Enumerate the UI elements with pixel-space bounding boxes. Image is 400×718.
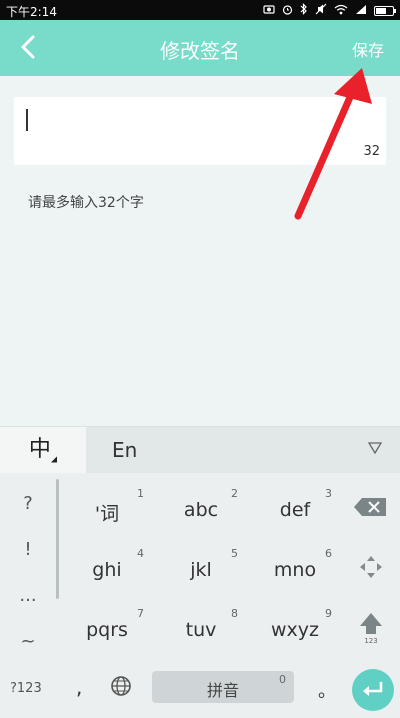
space-number: 0 xyxy=(279,673,286,686)
key-6[interactable]: mno 6 xyxy=(250,543,340,593)
lang-zh-label: 中 xyxy=(28,437,51,462)
symbol-key-ellipsis[interactable]: ... xyxy=(0,585,56,606)
save-button[interactable]: 保存 xyxy=(352,37,384,61)
globe-key[interactable] xyxy=(108,673,134,699)
key-label: tuv xyxy=(185,619,217,641)
symbols-toggle-key[interactable]: ?123 xyxy=(10,681,42,696)
symbol-scrollbar[interactable] xyxy=(56,479,59,599)
key-8[interactable]: tuv 8 xyxy=(156,603,246,653)
signal-icon xyxy=(355,4,367,18)
status-time: 下午2:14 xyxy=(6,5,57,19)
key-2[interactable]: abc 2 xyxy=(156,483,246,533)
lang-en-key[interactable]: En xyxy=(86,427,400,473)
key-number: 5 xyxy=(231,547,238,560)
comma-key[interactable]: , xyxy=(76,675,82,699)
period-key[interactable]: 。 xyxy=(318,677,336,703)
signature-hint: 请最多输入32个字 xyxy=(28,195,144,211)
alarm-icon xyxy=(282,4,293,18)
space-label: 拼音 xyxy=(206,681,239,700)
key-label: '词 xyxy=(94,503,120,525)
key-number: 4 xyxy=(137,547,144,560)
keyboard-bottom-row: ?123 , 拼音 0 。 xyxy=(0,667,400,718)
key-number: 6 xyxy=(325,547,332,560)
lang-en-label: En xyxy=(112,438,138,462)
symbol-column: ? ! ... ~ xyxy=(0,477,56,657)
enter-return-icon xyxy=(363,682,383,696)
symbol-key-question[interactable]: ? xyxy=(0,493,56,514)
bluetooth-icon xyxy=(300,3,308,18)
key-label: mno xyxy=(273,559,317,581)
key-number: 8 xyxy=(231,607,238,620)
key-7[interactable]: pqrs 7 xyxy=(62,603,152,653)
key-label: wxyz xyxy=(270,619,319,641)
key-label: abc xyxy=(183,499,219,521)
shift-key[interactable]: 123 xyxy=(342,609,400,649)
symbol-key-tilde[interactable]: ~ xyxy=(0,631,56,652)
symbol-key-exclaim[interactable]: ! xyxy=(0,539,56,560)
key-1[interactable]: '词 1 xyxy=(62,483,152,533)
key-3[interactable]: def 3 xyxy=(250,483,340,533)
key-label: pqrs xyxy=(86,619,128,641)
status-bar: 下午2:14 xyxy=(0,0,400,20)
key-number: 9 xyxy=(325,607,332,620)
lang-zh-key[interactable]: 中◢ xyxy=(0,427,86,473)
space-key[interactable]: 拼音 0 xyxy=(152,671,294,703)
key-number: 3 xyxy=(325,487,332,500)
annotation-arrow-icon xyxy=(294,68,372,220)
battery-icon xyxy=(374,5,396,16)
text-cursor xyxy=(26,109,28,131)
move-arrows-icon xyxy=(360,556,382,578)
ime-keyboard: 中◢ En ? ! ... ~ '词 1 abc 2 def 3 ghi 4 j… xyxy=(0,426,400,718)
backspace-key[interactable] xyxy=(342,489,400,529)
camera-icon xyxy=(263,4,275,17)
status-icons xyxy=(263,3,396,18)
backspace-icon xyxy=(354,498,386,516)
keyboard-candidate-bar: 中◢ En xyxy=(0,427,400,473)
wifi-icon xyxy=(334,4,348,18)
globe-icon xyxy=(111,676,131,696)
function-column: 123 xyxy=(342,475,400,660)
key-label: ghi xyxy=(92,559,122,581)
key-label: jkl xyxy=(190,559,212,581)
key-9[interactable]: wxyz 9 xyxy=(250,603,340,653)
key-5[interactable]: jkl 5 xyxy=(156,543,246,593)
key-4[interactable]: ghi 4 xyxy=(62,543,152,593)
collapse-triangle-icon[interactable] xyxy=(368,442,382,454)
key-number: 7 xyxy=(137,607,144,620)
key-number: 2 xyxy=(231,487,238,500)
key-number: 1 xyxy=(137,487,144,500)
shift-sub-label: 123 xyxy=(364,637,378,645)
silent-icon xyxy=(315,3,327,18)
enter-key[interactable] xyxy=(352,669,394,711)
cursor-move-key[interactable] xyxy=(342,549,400,589)
key-label: def xyxy=(279,499,311,521)
